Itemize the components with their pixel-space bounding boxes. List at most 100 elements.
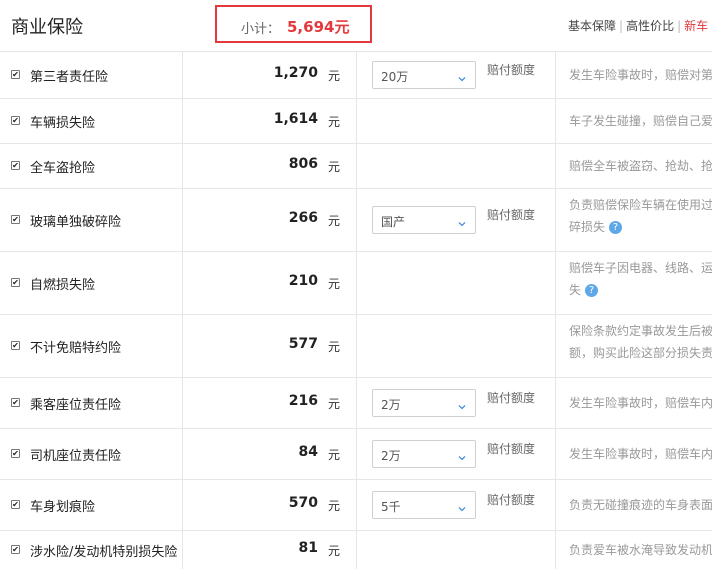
row-checkbox[interactable]: ✔ — [11, 215, 20, 224]
insurance-description: 发生车险事故时，赔偿对第 — [569, 64, 712, 86]
insurance-price: 84 — [298, 444, 318, 460]
description-line: 负责赔偿保险车辆在使用过 — [569, 198, 712, 212]
insurance-name: 司机座位责任险 — [30, 449, 122, 464]
insurance-row: ✔ 车辆损失险 1,614 元 车子发生碰撞，赔偿自己爱 — [0, 98, 712, 143]
currency-unit: 元 — [328, 69, 341, 83]
description-line: 车子发生碰撞，赔偿自己爱 — [569, 114, 712, 128]
currency-unit: 元 — [328, 160, 341, 174]
currency-unit: 元 — [328, 544, 341, 558]
insurance-row: ✔ 涉水险/发动机特别损失险 81 元 负责爱车被水淹导致发动机 — [0, 530, 712, 569]
description-line: 保险条款约定事故发生后被 — [569, 324, 712, 338]
row-checkbox[interactable]: ✔ — [11, 341, 20, 350]
subtotal-label: 小计： — [241, 22, 281, 37]
insurance-description: 发生车险事故时，赔偿车内 — [569, 443, 712, 465]
section-title: 商业保险 — [11, 17, 83, 38]
currency-unit: 元 — [328, 397, 341, 411]
insurance-row: ✔ 全车盗抢险 806 元 赔偿全车被盗窃、抢劫、抢 — [0, 143, 712, 188]
coverage-select[interactable]: 5千 — [372, 491, 476, 519]
plan-newcar-link[interactable]: 新车 — [684, 19, 708, 33]
coverage-amount-label: 赔付额度 — [487, 63, 536, 77]
plan-value-link[interactable]: 高性价比 — [626, 19, 674, 33]
insurance-row: ✔ 不计免赔特约险 577 元 保险条款约定事故发生后被 额，购买此险这部分损失责 — [0, 314, 712, 377]
chevron-down-icon — [458, 396, 466, 410]
insurance-row: ✔ 乘客座位责任险 216 元 2万 赔付额度 发生车险事故时，赔偿车内 — [0, 377, 712, 428]
description-line: 额，购买此险这部分损失责 — [569, 346, 712, 360]
coverage-amount-label: 赔付额度 — [487, 442, 536, 456]
coverage-select-value: 国产 — [381, 215, 406, 229]
description-line: 失 — [569, 283, 582, 297]
insurance-name: 不计免赔特约险 — [30, 341, 122, 356]
description-line: 碎损失 — [569, 220, 606, 234]
insurance-row: ✔ 第三者责任险 1,270 元 20万 赔付额度 发生车险事故时，赔偿对第 — [0, 51, 712, 98]
row-checkbox[interactable]: ✔ — [11, 278, 20, 287]
row-checkbox[interactable]: ✔ — [11, 398, 20, 407]
insurance-description: 车子发生碰撞，赔偿自己爱 — [569, 110, 712, 132]
insurance-description: 负责爱车被水淹导致发动机 — [569, 539, 712, 561]
row-checkbox[interactable]: ✔ — [11, 545, 20, 554]
insurance-price: 266 — [288, 210, 318, 226]
coverage-select[interactable]: 国产 — [372, 206, 476, 234]
plan-basic-link[interactable]: 基本保障 — [568, 19, 616, 33]
description-line: 负责爱车被水淹导致发动机 — [569, 543, 712, 557]
coverage-select-value: 5千 — [381, 500, 401, 514]
insurance-name: 乘客座位责任险 — [30, 398, 122, 413]
insurance-name: 全车盗抢险 — [30, 161, 96, 176]
row-checkbox[interactable]: ✔ — [11, 500, 20, 509]
row-checkbox[interactable]: ✔ — [11, 116, 20, 125]
subtotal-box: 小计： 5,694元 — [215, 5, 372, 43]
insurance-row: ✔ 自燃损失险 210 元 赔偿车子因电器、线路、运失? — [0, 251, 712, 314]
coverage-amount-label: 赔付额度 — [487, 493, 536, 507]
currency-unit: 元 — [328, 115, 341, 129]
insurance-price: 1,270 — [273, 65, 318, 81]
chevron-down-icon — [458, 498, 466, 512]
insurance-name: 自燃损失险 — [30, 278, 96, 293]
row-checkbox[interactable]: ✔ — [11, 161, 20, 170]
insurance-name: 车辆损失险 — [30, 116, 96, 131]
insurance-description: 赔偿全车被盗窃、抢劫、抢 — [569, 155, 712, 177]
help-icon[interactable]: ? — [585, 284, 599, 297]
description-line: 赔偿车子因电器、线路、运 — [569, 261, 712, 275]
insurance-price: 1,614 — [273, 111, 318, 127]
insurance-name: 玻璃单独破碎险 — [30, 215, 122, 230]
insurance-row: ✔ 玻璃单独破碎险 266 元 国产 赔付额度 负责赔偿保险车辆在使用过 碎损失? — [0, 188, 712, 251]
description-line: 发生车险事故时，赔偿车内 — [569, 447, 712, 461]
description-line: 发生车险事故时，赔偿车内 — [569, 396, 712, 410]
insurance-price: 216 — [288, 393, 318, 409]
description-line: 发生车险事故时，赔偿对第 — [569, 68, 712, 82]
coverage-select-value: 2万 — [381, 398, 401, 412]
insurance-name: 涉水险/发动机特别损失险 — [30, 545, 178, 560]
coverage-select-value: 20万 — [381, 70, 409, 84]
coverage-select-value: 2万 — [381, 449, 401, 463]
insurance-description: 负责赔偿保险车辆在使用过 碎损失? — [569, 194, 712, 238]
insurance-price: 81 — [298, 540, 318, 556]
currency-unit: 元 — [328, 214, 341, 228]
chevron-down-icon — [458, 213, 466, 227]
chevron-down-icon — [458, 447, 466, 461]
insurance-price: 806 — [288, 156, 318, 172]
row-checkbox[interactable]: ✔ — [11, 70, 20, 79]
coverage-amount-label: 赔付额度 — [487, 391, 536, 405]
insurance-price: 210 — [288, 273, 318, 289]
coverage-select[interactable]: 2万 — [372, 389, 476, 417]
insurance-description: 保险条款约定事故发生后被 额，购买此险这部分损失责 — [569, 320, 712, 364]
insurance-price: 570 — [288, 495, 318, 511]
insurance-list: ✔ 第三者责任险 1,270 元 20万 赔付额度 发生车险事故时，赔偿对第 ✔ 车辆损失险 1,… — [0, 51, 712, 569]
description-line: 负责无碰撞痕迹的车身表面 — [569, 498, 712, 512]
insurance-row: ✔ 司机座位责任险 84 元 2万 赔付额度 发生车险事故时，赔偿车内 — [0, 428, 712, 479]
insurance-description: 发生车险事故时，赔偿车内 — [569, 392, 712, 414]
insurance-description: 负责无碰撞痕迹的车身表面 — [569, 494, 712, 516]
plan-options: 基本保障 | 高性价比 | 新车 — [568, 19, 709, 33]
currency-unit: 元 — [328, 277, 341, 291]
insurance-name: 车身划痕险 — [30, 500, 96, 515]
coverage-select[interactable]: 2万 — [372, 440, 476, 468]
currency-unit: 元 — [328, 340, 341, 354]
insurance-name: 第三者责任险 — [30, 70, 109, 85]
coverage-select[interactable]: 20万 — [372, 61, 476, 89]
insurance-description: 赔偿车子因电器、线路、运失? — [569, 257, 712, 301]
help-icon[interactable]: ? — [609, 221, 623, 234]
insurance-row: ✔ 车身划痕险 570 元 5千 赔付额度 负责无碰撞痕迹的车身表面 — [0, 479, 712, 530]
currency-unit: 元 — [328, 499, 341, 513]
currency-unit: 元 — [328, 448, 341, 462]
insurance-price: 577 — [288, 336, 318, 352]
row-checkbox[interactable]: ✔ — [11, 449, 20, 458]
